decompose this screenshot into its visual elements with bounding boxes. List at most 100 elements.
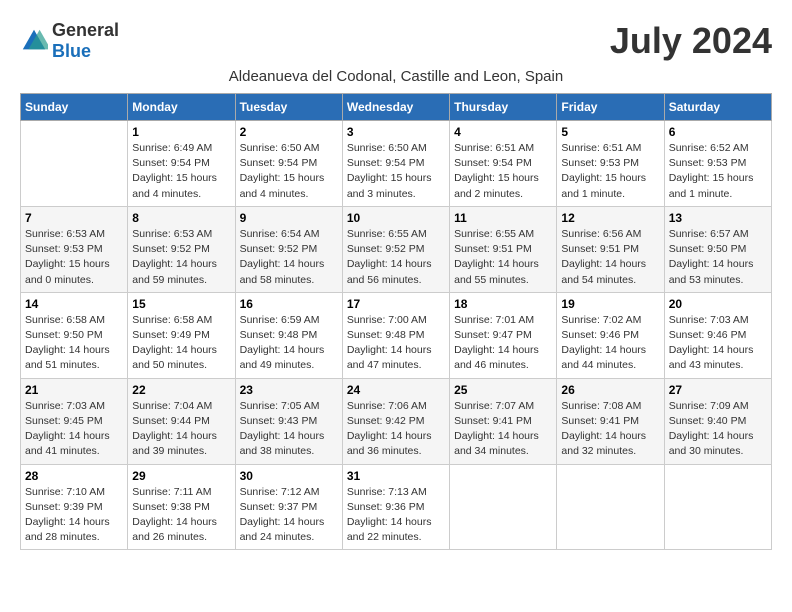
- day-cell: 18Sunrise: 7:01 AMSunset: 9:47 PMDayligh…: [450, 292, 557, 378]
- day-cell: 11 Sunrise: 6:55 AMSunset: 9:51 PMDayligh…: [450, 206, 557, 292]
- day-number: 28: [25, 469, 123, 483]
- day-cell: 16Sunrise: 6:59 AMSunset: 9:48 PMDayligh…: [235, 292, 342, 378]
- day-info: Sunrise: 7:00 AMSunset: 9:48 PMDaylight:…: [347, 313, 445, 374]
- day-number: 7: [25, 211, 123, 225]
- day-info: Sunrise: 6:58 AMSunset: 9:49 PMDaylight:…: [132, 313, 230, 374]
- day-info: Sunrise: 7:05 AMSunset: 9:43 PMDaylight:…: [240, 399, 338, 460]
- day-cell: 26 Sunrise: 7:08 AMSunset: 9:41 PMDayligh…: [557, 378, 664, 464]
- day-number: 19: [561, 297, 659, 311]
- day-cell: 20 Sunrise: 7:03 AMSunset: 9:46 PMDayligh…: [664, 292, 771, 378]
- day-cell: 21Sunrise: 7:03 AMSunset: 9:45 PMDayligh…: [21, 378, 128, 464]
- day-number: 20: [669, 297, 767, 311]
- day-info: Sunrise: 6:51 AMSunset: 9:53 PMDaylight:…: [561, 141, 659, 202]
- day-cell: 9 Sunrise: 6:54 AMSunset: 9:52 PMDaylight…: [235, 206, 342, 292]
- day-number: 13: [669, 211, 767, 225]
- day-cell: [450, 464, 557, 550]
- day-number: 24: [347, 383, 445, 397]
- weekday-header-sunday: Sunday: [21, 94, 128, 121]
- day-info: Sunrise: 6:53 AMSunset: 9:53 PMDaylight:…: [25, 227, 123, 288]
- weekday-header-friday: Friday: [557, 94, 664, 121]
- day-info: Sunrise: 6:50 AMSunset: 9:54 PMDaylight:…: [240, 141, 338, 202]
- day-number: 2: [240, 125, 338, 139]
- day-cell: 4 Sunrise: 6:51 AMSunset: 9:54 PMDaylight…: [450, 121, 557, 207]
- logo: General Blue: [20, 20, 119, 62]
- day-number: 25: [454, 383, 552, 397]
- day-cell: [664, 464, 771, 550]
- week-row-1: 1 Sunrise: 6:49 AMSunset: 9:54 PMDaylight…: [21, 121, 772, 207]
- day-cell: 6 Sunrise: 6:52 AMSunset: 9:53 PMDaylight…: [664, 121, 771, 207]
- day-cell: 13 Sunrise: 6:57 AMSunset: 9:50 PMDayligh…: [664, 206, 771, 292]
- day-cell: 31 Sunrise: 7:13 AMSunset: 9:36 PMDayligh…: [342, 464, 449, 550]
- day-number: 4: [454, 125, 552, 139]
- day-info: Sunrise: 7:10 AMSunset: 9:39 PMDaylight:…: [25, 485, 123, 546]
- weekday-header-monday: Monday: [128, 94, 235, 121]
- day-info: Sunrise: 6:49 AMSunset: 9:54 PMDaylight:…: [132, 141, 230, 202]
- week-row-2: 7 Sunrise: 6:53 AMSunset: 9:53 PMDaylight…: [21, 206, 772, 292]
- day-number: 8: [132, 211, 230, 225]
- logo-general: General: [52, 20, 119, 40]
- week-row-3: 14Sunrise: 6:58 AMSunset: 9:50 PMDayligh…: [21, 292, 772, 378]
- day-number: 17: [347, 297, 445, 311]
- logo-blue: Blue: [52, 41, 91, 61]
- weekday-header-wednesday: Wednesday: [342, 94, 449, 121]
- day-cell: 22Sunrise: 7:04 AMSunset: 9:44 PMDayligh…: [128, 378, 235, 464]
- day-number: 16: [240, 297, 338, 311]
- day-info: Sunrise: 7:07 AMSunset: 9:41 PMDaylight:…: [454, 399, 552, 460]
- day-cell: 5 Sunrise: 6:51 AMSunset: 9:53 PMDaylight…: [557, 121, 664, 207]
- day-cell: 24 Sunrise: 7:06 AMSunset: 9:42 PMDayligh…: [342, 378, 449, 464]
- day-number: 10: [347, 211, 445, 225]
- day-info: Sunrise: 6:53 AMSunset: 9:52 PMDaylight:…: [132, 227, 230, 288]
- day-cell: 23 Sunrise: 7:05 AMSunset: 9:43 PMDayligh…: [235, 378, 342, 464]
- weekday-header-saturday: Saturday: [664, 94, 771, 121]
- day-cell: 29 Sunrise: 7:11 AMSunset: 9:38 PMDayligh…: [128, 464, 235, 550]
- day-info: Sunrise: 7:13 AMSunset: 9:36 PMDaylight:…: [347, 485, 445, 546]
- day-cell: [21, 121, 128, 207]
- day-info: Sunrise: 6:50 AMSunset: 9:54 PMDaylight:…: [347, 141, 445, 202]
- weekday-header-thursday: Thursday: [450, 94, 557, 121]
- day-cell: 17 Sunrise: 7:00 AMSunset: 9:48 PMDayligh…: [342, 292, 449, 378]
- day-info: Sunrise: 7:06 AMSunset: 9:42 PMDaylight:…: [347, 399, 445, 460]
- day-cell: 28 Sunrise: 7:10 AMSunset: 9:39 PMDayligh…: [21, 464, 128, 550]
- day-number: 3: [347, 125, 445, 139]
- day-info: Sunrise: 6:55 AMSunset: 9:51 PMDaylight:…: [454, 227, 552, 288]
- week-row-5: 28 Sunrise: 7:10 AMSunset: 9:39 PMDayligh…: [21, 464, 772, 550]
- day-number: 26: [561, 383, 659, 397]
- day-cell: 19Sunrise: 7:02 AMSunset: 9:46 PMDayligh…: [557, 292, 664, 378]
- day-number: 30: [240, 469, 338, 483]
- day-info: Sunrise: 7:08 AMSunset: 9:41 PMDaylight:…: [561, 399, 659, 460]
- day-info: Sunrise: 6:58 AMSunset: 9:50 PMDaylight:…: [25, 313, 123, 374]
- day-cell: [557, 464, 664, 550]
- day-number: 29: [132, 469, 230, 483]
- day-cell: 12 Sunrise: 6:56 AMSunset: 9:51 PMDayligh…: [557, 206, 664, 292]
- day-info: Sunrise: 6:57 AMSunset: 9:50 PMDaylight:…: [669, 227, 767, 288]
- day-cell: 3 Sunrise: 6:50 AMSunset: 9:54 PMDaylight…: [342, 121, 449, 207]
- day-info: Sunrise: 6:52 AMSunset: 9:53 PMDaylight:…: [669, 141, 767, 202]
- day-info: Sunrise: 6:51 AMSunset: 9:54 PMDaylight:…: [454, 141, 552, 202]
- day-number: 6: [669, 125, 767, 139]
- day-info: Sunrise: 7:11 AMSunset: 9:38 PMDaylight:…: [132, 485, 230, 546]
- day-info: Sunrise: 6:54 AMSunset: 9:52 PMDaylight:…: [240, 227, 338, 288]
- day-cell: 10 Sunrise: 6:55 AMSunset: 9:52 PMDayligh…: [342, 206, 449, 292]
- logo-text: General Blue: [52, 20, 119, 62]
- day-number: 31: [347, 469, 445, 483]
- day-cell: 8 Sunrise: 6:53 AMSunset: 9:52 PMDaylight…: [128, 206, 235, 292]
- day-info: Sunrise: 7:12 AMSunset: 9:37 PMDaylight:…: [240, 485, 338, 546]
- day-number: 11: [454, 211, 552, 225]
- day-info: Sunrise: 7:03 AMSunset: 9:46 PMDaylight:…: [669, 313, 767, 374]
- day-number: 1: [132, 125, 230, 139]
- day-info: Sunrise: 6:55 AMSunset: 9:52 PMDaylight:…: [347, 227, 445, 288]
- day-cell: 7 Sunrise: 6:53 AMSunset: 9:53 PMDaylight…: [21, 206, 128, 292]
- day-cell: 30 Sunrise: 7:12 AMSunset: 9:37 PMDayligh…: [235, 464, 342, 550]
- day-number: 21: [25, 383, 123, 397]
- day-number: 18: [454, 297, 552, 311]
- day-cell: 2 Sunrise: 6:50 AMSunset: 9:54 PMDaylight…: [235, 121, 342, 207]
- day-number: 9: [240, 211, 338, 225]
- day-number: 23: [240, 383, 338, 397]
- day-cell: 27Sunrise: 7:09 AMSunset: 9:40 PMDayligh…: [664, 378, 771, 464]
- day-number: 15: [132, 297, 230, 311]
- day-info: Sunrise: 6:56 AMSunset: 9:51 PMDaylight:…: [561, 227, 659, 288]
- day-number: 12: [561, 211, 659, 225]
- day-cell: 1 Sunrise: 6:49 AMSunset: 9:54 PMDaylight…: [128, 121, 235, 207]
- day-number: 5: [561, 125, 659, 139]
- day-info: Sunrise: 7:04 AMSunset: 9:44 PMDaylight:…: [132, 399, 230, 460]
